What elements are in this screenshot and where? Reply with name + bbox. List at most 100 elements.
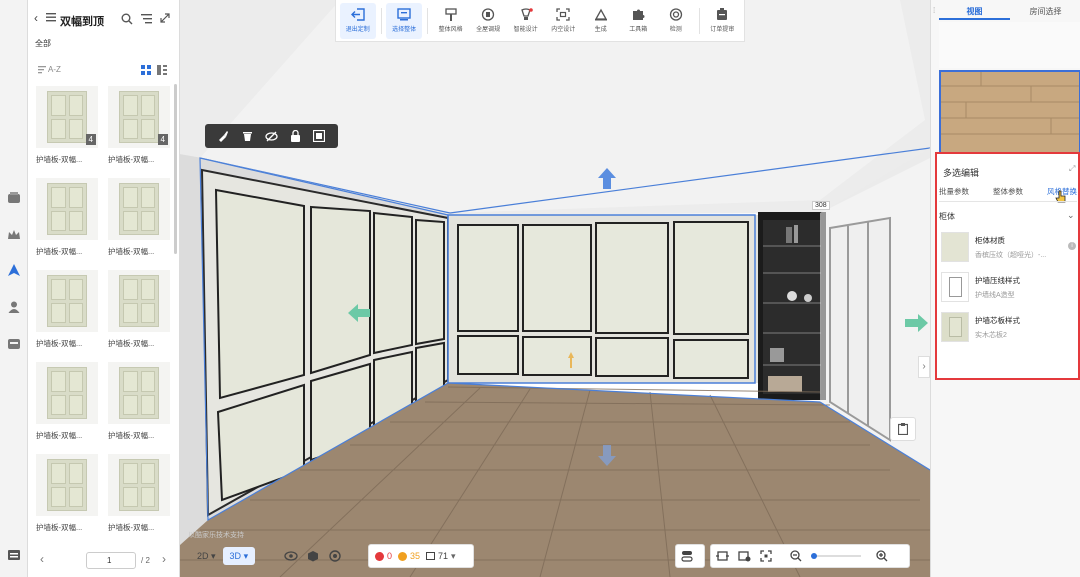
exit-customize-button[interactable]: 退出定制 xyxy=(340,2,376,39)
tab-view[interactable]: 视图 xyxy=(939,4,1010,20)
item-thumbnail xyxy=(36,454,98,516)
clipboard-icon xyxy=(898,423,908,435)
archive-icon[interactable] xyxy=(5,335,23,353)
status-counter[interactable]: 0 35 71 ▾ xyxy=(368,544,474,568)
mode-2d-button[interactable]: 2D ▾ xyxy=(190,547,223,565)
expand-panel-icon[interactable]: ⤢ xyxy=(1069,164,1075,174)
smart-design-button[interactable]: 智能设计 xyxy=(508,3,544,39)
whole-house-button[interactable]: 全屋调规 xyxy=(470,3,506,39)
expand-icon[interactable] xyxy=(160,13,170,25)
library-item[interactable]: 护墙板-双幅... xyxy=(36,178,100,257)
prev-page-icon[interactable]: ‹ xyxy=(40,552,44,566)
item-thumbnail: 4 xyxy=(108,86,170,148)
prop-line-style[interactable]: 护墙压线样式 护墙线A造型 xyxy=(941,272,1077,308)
panel-drag-handle[interactable]: ⁞ xyxy=(933,6,935,15)
item-label: 护墙板-双幅... xyxy=(108,431,155,440)
library-scrollbar[interactable] xyxy=(174,84,177,254)
model-icon[interactable] xyxy=(5,262,23,280)
tab-overall-params[interactable]: 整体参数 xyxy=(993,186,1023,197)
multi-edit-panel: 多选编辑 ⤢ 批量参数 整体参数 风格替换 柜体 ⌄ 柜体材质 香槟压纹（超哑光… xyxy=(935,152,1080,380)
prop-value: 实木芯板2 xyxy=(975,332,1007,339)
info-icon[interactable]: i xyxy=(1068,242,1076,250)
style-button[interactable]: 整体风格 xyxy=(433,3,469,39)
display-toggles xyxy=(280,544,362,568)
generate-button[interactable]: 生成 xyxy=(583,3,619,39)
library-item[interactable]: 护墙板-双幅... xyxy=(108,362,172,441)
tool-label: 退出定制 xyxy=(345,27,370,33)
clipboard-button[interactable] xyxy=(890,417,916,441)
item-label: 护墙板-双幅... xyxy=(108,155,155,164)
library-panel: ‹ 双幅到顶 全部 A-Z 4 护墙板-双幅... 4 护墙板-双幅... 护墙… xyxy=(28,0,180,577)
layer-toggle[interactable] xyxy=(675,544,705,568)
item-label: 护墙板-双幅... xyxy=(36,155,83,164)
library-item[interactable]: 护墙板-双幅... xyxy=(36,270,100,349)
item-label: 护墙板-双幅... xyxy=(108,523,155,532)
library-item[interactable]: 护墙板-双幅... xyxy=(108,178,172,257)
library-item[interactable]: 护墙板-双幅... xyxy=(108,270,172,349)
item-count: 71 xyxy=(438,551,449,561)
floor-preview[interactable] xyxy=(939,70,1080,156)
collapse-right-icon[interactable]: › xyxy=(918,356,930,378)
library-title: 双幅到顶 xyxy=(60,16,104,28)
grid-view-icon[interactable] xyxy=(141,65,151,77)
room-scene[interactable] xyxy=(180,0,930,577)
search-icon[interactable] xyxy=(121,13,133,27)
library-item[interactable]: 4 护墙板-双幅... xyxy=(36,86,100,165)
toolbox-button[interactable]: 工具箱 xyxy=(621,3,657,39)
user-icon[interactable] xyxy=(5,298,23,316)
detect-button[interactable]: 检测 xyxy=(658,3,694,39)
zoom-in-icon[interactable] xyxy=(871,546,893,566)
3d-viewport[interactable]: 以酷家乐技术支持 308 › xyxy=(180,0,930,577)
fit-selection-icon[interactable] xyxy=(733,546,755,566)
tab-batch-params[interactable]: 批量参数 xyxy=(939,186,969,197)
list-menu-icon[interactable] xyxy=(46,12,56,24)
mode-3d-button[interactable]: 3D ▾ xyxy=(222,547,256,565)
cabinet-icon[interactable] xyxy=(5,189,23,207)
tool-label: 整体风格 xyxy=(438,27,463,33)
cube-icon[interactable] xyxy=(302,546,324,566)
error-count: 0 xyxy=(387,551,393,561)
delete-icon[interactable] xyxy=(235,126,259,146)
select-whole-button[interactable]: 选择整体 xyxy=(386,2,422,39)
eye-icon[interactable] xyxy=(280,546,302,566)
lock-icon[interactable] xyxy=(283,126,307,146)
zoom-slider-handle[interactable] xyxy=(811,553,817,559)
list-icon[interactable] xyxy=(5,546,23,564)
filter-icon[interactable] xyxy=(141,14,152,26)
section-cabinet[interactable]: 柜体 xyxy=(939,211,955,222)
sort-label[interactable]: A-Z xyxy=(48,65,61,74)
prop-value: 香槟压纹（超哑光）-... xyxy=(975,252,1047,259)
library-item[interactable]: 4 护墙板-双幅... xyxy=(108,86,172,165)
page-input[interactable]: 1 xyxy=(86,552,136,569)
library-header: ‹ 双幅到顶 xyxy=(28,0,179,40)
next-page-icon[interactable]: › xyxy=(162,552,166,566)
replace-icon[interactable] xyxy=(307,126,331,146)
prop-title: 护墙压线样式 xyxy=(975,276,1020,285)
list-view-icon[interactable] xyxy=(157,65,167,77)
library-item[interactable]: 护墙板-双幅... xyxy=(108,454,172,533)
zoom-slider[interactable] xyxy=(811,553,861,559)
hide-icon[interactable] xyxy=(259,126,283,146)
sort-icon[interactable] xyxy=(38,66,46,76)
prop-core-style[interactable]: 护墙芯板样式 实木芯板2 xyxy=(941,312,1077,348)
inner-space-button[interactable]: 内空设计 xyxy=(545,3,581,39)
top-toolbar: 退出定制 选择整体 整体风格 全屋调规 智能设计 内空设计 生成 工具箱 检测 … xyxy=(335,0,745,42)
fit-width-icon[interactable] xyxy=(711,546,733,566)
back-icon[interactable]: ‹ xyxy=(34,11,38,25)
order-submit-icon xyxy=(717,8,728,20)
order-submit-button[interactable]: 订单提审 xyxy=(704,3,740,39)
zoom-out-icon[interactable] xyxy=(785,546,807,566)
render-icon[interactable] xyxy=(324,546,346,566)
item-thumbnail xyxy=(36,270,98,332)
library-item[interactable]: 护墙板-双幅... xyxy=(36,454,100,533)
tab-room-select[interactable]: 房间选择 xyxy=(1010,4,1080,20)
fullscreen-icon[interactable] xyxy=(755,546,777,566)
sort-row: A-Z xyxy=(28,62,180,78)
section-collapse-icon[interactable]: ⌄ xyxy=(1067,210,1075,221)
brush-icon[interactable] xyxy=(211,126,235,146)
smart-design-icon xyxy=(520,8,533,20)
crown-icon[interactable] xyxy=(5,226,23,244)
category-all[interactable]: 全部 xyxy=(35,38,51,49)
library-item[interactable]: 护墙板-双幅... xyxy=(36,362,100,441)
prop-cabinet-material[interactable]: 柜体材质 香槟压纹（超哑光）-... i xyxy=(941,232,1077,268)
